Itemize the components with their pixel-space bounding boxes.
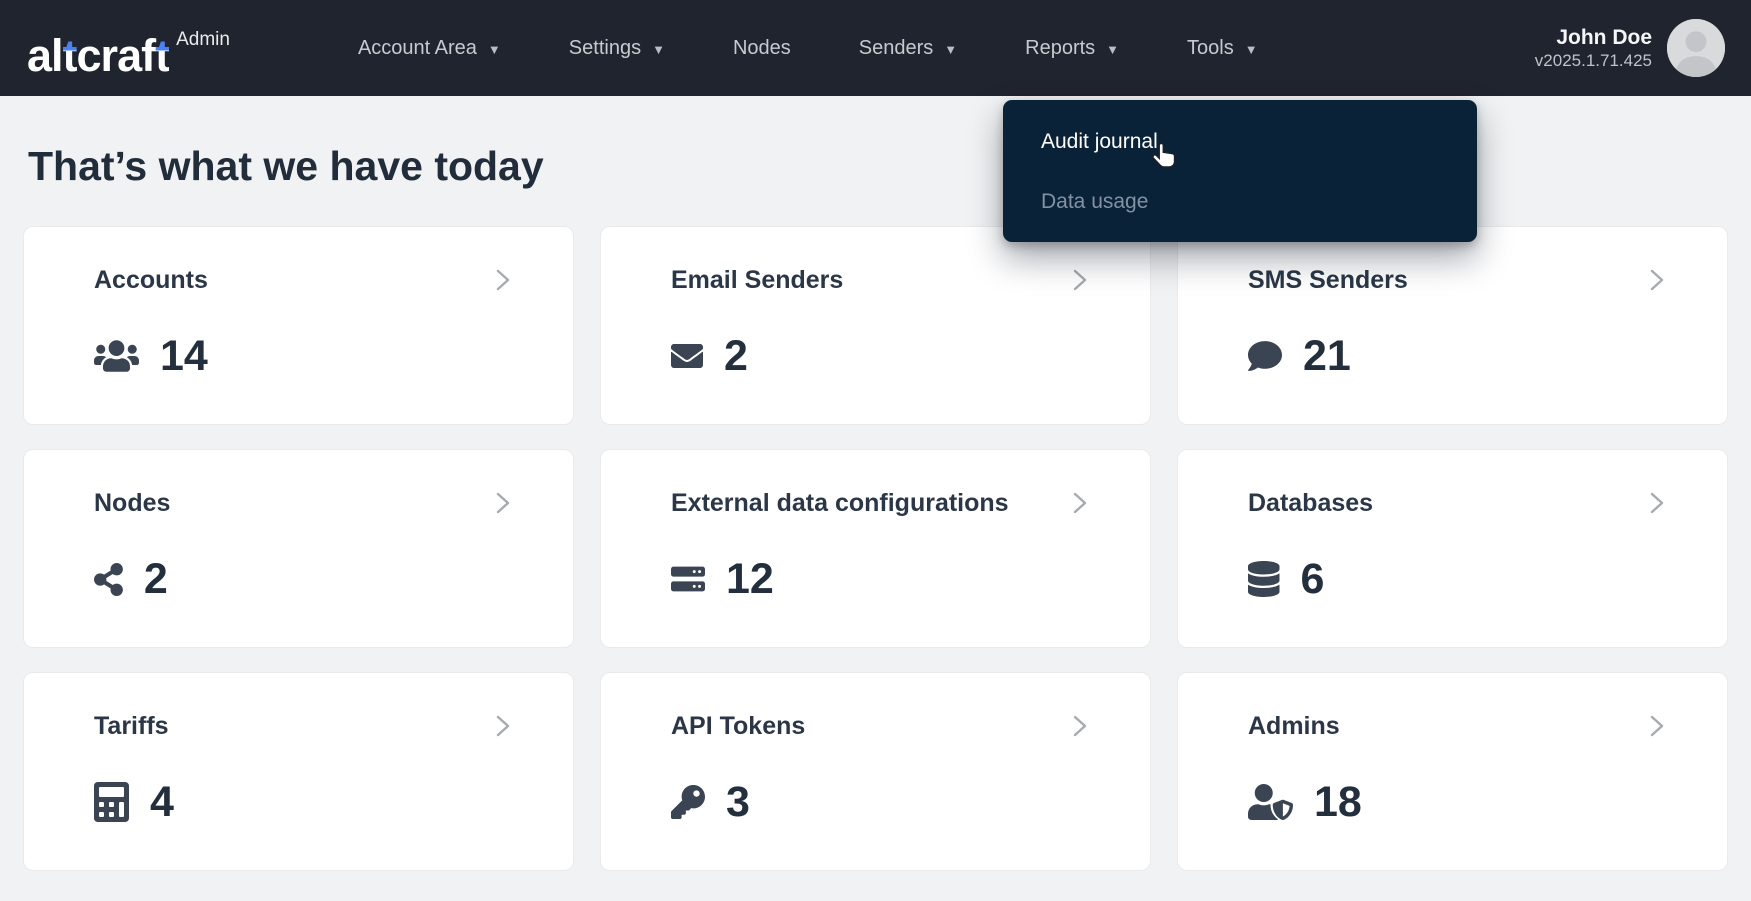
- key-icon: [671, 785, 705, 819]
- brand-logo[interactable]: altcraft Admin: [27, 19, 230, 78]
- user-account-menu[interactable]: John Doe v2025.1.71.425: [1535, 19, 1725, 77]
- share-nodes-icon: [94, 563, 123, 596]
- card-value: 2: [724, 335, 748, 378]
- stats-grid: Accounts 14 Email Senders: [23, 226, 1728, 871]
- card-admins[interactable]: Admins 18: [1177, 672, 1728, 871]
- card-value: 4: [150, 781, 174, 824]
- card-databases[interactable]: Databases 6: [1177, 449, 1728, 648]
- chevron-right-icon[interactable]: [1068, 267, 1092, 293]
- menu-item-tools[interactable]: Tools ▼: [1187, 37, 1258, 60]
- top-navbar: altcraft Admin Account Area ▼ Settings ▼…: [0, 0, 1751, 96]
- card-title: Accounts: [94, 265, 208, 295]
- card-title: Databases: [1248, 488, 1373, 518]
- chevron-right-icon[interactable]: [1068, 713, 1092, 739]
- app-version: v2025.1.71.425: [1535, 51, 1652, 71]
- card-api-tokens[interactable]: API Tokens 3: [600, 672, 1151, 871]
- card-title: Admins: [1248, 711, 1340, 741]
- card-value: 14: [160, 335, 208, 378]
- envelope-icon: [671, 340, 703, 372]
- chevron-right-icon[interactable]: [491, 267, 515, 293]
- card-title: Nodes: [94, 488, 170, 518]
- chat-bubble-icon: [1248, 339, 1282, 373]
- card-email-senders[interactable]: Email Senders 2: [600, 226, 1151, 425]
- card-value: 12: [726, 558, 774, 601]
- chevron-down-icon: ▼: [1106, 40, 1119, 57]
- brand-badge-admin: Admin: [176, 29, 230, 51]
- chevron-down-icon: ▼: [488, 40, 501, 57]
- chevron-right-icon[interactable]: [1068, 490, 1092, 516]
- card-title: External data configurations: [671, 488, 1009, 518]
- menu-item-account-area[interactable]: Account Area ▼: [358, 37, 501, 60]
- chevron-right-icon[interactable]: [1645, 490, 1669, 516]
- user-name: John Doe: [1535, 25, 1652, 51]
- database-icon: [1248, 561, 1280, 597]
- card-value: 21: [1303, 335, 1351, 378]
- chevron-down-icon: ▼: [944, 40, 957, 57]
- chevron-right-icon[interactable]: [1645, 713, 1669, 739]
- card-value: 2: [144, 558, 168, 601]
- admin-shield-icon: [1248, 784, 1293, 820]
- card-title: Email Senders: [671, 265, 843, 295]
- chevron-right-icon[interactable]: [491, 713, 515, 739]
- menu-item-senders[interactable]: Senders ▼: [859, 37, 957, 60]
- menu-item-audit-journal[interactable]: Audit journal: [1003, 116, 1477, 168]
- users-icon: [94, 338, 139, 374]
- card-tariffs[interactable]: Tariffs 4: [23, 672, 574, 871]
- menu-item-settings[interactable]: Settings ▼: [569, 37, 665, 60]
- server-icon: [671, 562, 705, 596]
- card-accounts[interactable]: Accounts 14: [23, 226, 574, 425]
- main-menu: Account Area ▼ Settings ▼ Nodes Senders …: [358, 37, 1258, 60]
- tools-dropdown-menu: Audit journal Data usage: [1003, 100, 1477, 242]
- brand-wordmark: altcraft: [27, 33, 169, 78]
- card-external-data-configurations[interactable]: External data configurations 12: [600, 449, 1151, 648]
- card-sms-senders[interactable]: SMS Senders 21: [1177, 226, 1728, 425]
- menu-item-reports[interactable]: Reports ▼: [1025, 37, 1119, 60]
- person-silhouette-icon: [1667, 19, 1725, 77]
- card-value: 18: [1314, 781, 1362, 824]
- avatar[interactable]: [1667, 19, 1725, 77]
- calculator-icon: [94, 782, 129, 822]
- menu-item-data-usage[interactable]: Data usage: [1003, 176, 1477, 228]
- card-title: SMS Senders: [1248, 265, 1408, 295]
- chevron-right-icon[interactable]: [491, 490, 515, 516]
- dashboard-content: That’s what we have today Accounts 14 Em…: [0, 142, 1751, 871]
- chevron-right-icon[interactable]: [1645, 267, 1669, 293]
- card-title: API Tokens: [671, 711, 805, 741]
- menu-item-nodes[interactable]: Nodes: [733, 37, 791, 60]
- chevron-down-icon: ▼: [652, 40, 665, 57]
- card-value: 6: [1301, 558, 1325, 601]
- card-title: Tariffs: [94, 711, 169, 741]
- card-value: 3: [726, 781, 750, 824]
- chevron-down-icon: ▼: [1245, 40, 1258, 57]
- card-nodes[interactable]: Nodes 2: [23, 449, 574, 648]
